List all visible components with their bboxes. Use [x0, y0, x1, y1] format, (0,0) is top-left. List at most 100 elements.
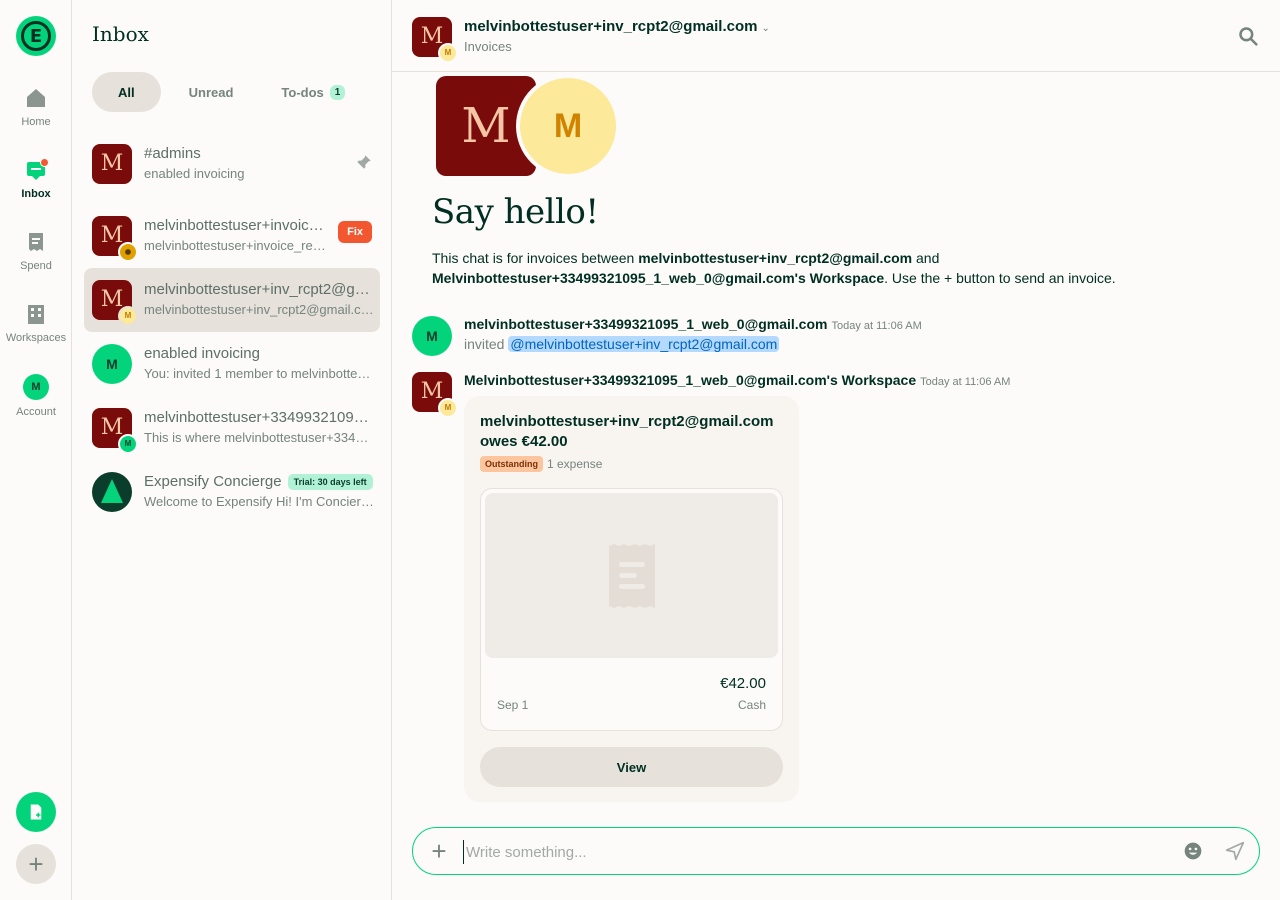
- invoice-status-row: Outstanding 1 expense: [480, 456, 602, 472]
- expensify-logo[interactable]: E: [16, 16, 56, 56]
- chat-row-workspace[interactable]: M M melvinbottestuser+33499321095_1_web_…: [84, 396, 380, 460]
- plus-icon: +: [28, 849, 44, 879]
- expense-count: 1 expense: [547, 457, 603, 471]
- avatar: M M: [92, 280, 138, 326]
- hero-user-avatar: M: [516, 74, 620, 178]
- chat-row-inv-rcpt2[interactable]: M M melvinbottestuser+inv_rcpt2@gmail.co…: [84, 268, 380, 332]
- tab-all[interactable]: All: [92, 72, 161, 112]
- receipt-icon: [29, 233, 43, 251]
- avatar: M: [92, 344, 132, 384]
- logo-letter: E: [21, 21, 51, 51]
- chat-preview: melvinbottestuser+inv_rcpt2@gmail.com: [144, 302, 374, 317]
- page-title: Inbox: [92, 22, 149, 46]
- avatar: M M: [92, 408, 138, 454]
- chat-header: M M melvinbottestuser+inv_rcpt2@gmail.co…: [392, 0, 1280, 72]
- workspace-avatar: M: [92, 144, 132, 184]
- user-avatar: M: [438, 398, 458, 418]
- chat-text: #admins enabled invoicing: [144, 145, 374, 183]
- fix-badge[interactable]: Fix: [338, 221, 372, 243]
- chat-preview: You: invited 1 member to melvinbottestus…: [144, 366, 374, 381]
- view-button[interactable]: View: [480, 747, 783, 787]
- message-body: melvinbottestuser+33499321095_1_web_0@gm…: [464, 316, 922, 352]
- chat-list: M #admins enabled invoicing M melvinbott…: [84, 132, 380, 524]
- create-expense-button[interactable]: [16, 792, 56, 832]
- user-avatar: M: [438, 43, 458, 63]
- nav-home[interactable]: Home: [0, 86, 72, 128]
- chat-name: Expensify Concierge: [144, 473, 282, 490]
- chat-name: #admins: [144, 145, 201, 162]
- send-icon[interactable]: [1225, 841, 1245, 861]
- inbox-tabs: All Unread To-dos 1: [92, 72, 365, 112]
- message-input[interactable]: [463, 840, 1163, 864]
- account-avatar: M: [23, 374, 49, 400]
- expense-item[interactable]: €42.00 Sep 1 Cash: [480, 488, 783, 731]
- receipt-placeholder: [485, 493, 778, 658]
- chat-text: melvinbottestuser+inv_rcpt2@gmail.com me…: [144, 281, 374, 319]
- chat-row-enabled-invoicing[interactable]: M enabled invoicing You: invited 1 membe…: [84, 332, 380, 396]
- nav-account[interactable]: M Account: [0, 374, 72, 418]
- chat-text: melvinbottestuser+invoice_receiver@gmail…: [144, 217, 330, 255]
- user-avatar: M: [118, 306, 138, 326]
- chat-panel: M M melvinbottestuser+inv_rcpt2@gmail.co…: [392, 0, 1280, 900]
- tab-unread[interactable]: Unread: [169, 72, 254, 112]
- nav-inbox-label: Inbox: [21, 188, 51, 200]
- expense-amount: €42.00: [720, 675, 766, 692]
- building-icon: [28, 305, 44, 324]
- message-text: invited @melvinbottestuser+inv_rcpt2@gma…: [464, 336, 922, 352]
- chat-name: melvinbottestuser+33499321095_1_web_0@gm…: [144, 409, 374, 426]
- message-avatar[interactable]: M: [412, 316, 452, 356]
- chat-title-button[interactable]: melvinbottestuser+inv_rcpt2@gmail.com ⌄: [464, 18, 770, 35]
- chat-name: melvinbottestuser+invoice_receiver@gmail…: [144, 217, 330, 234]
- user-mention[interactable]: @melvinbottestuser+inv_rcpt2@gmail.com: [508, 336, 780, 352]
- expense-date: Sep 1: [497, 698, 529, 712]
- chat-title: melvinbottestuser+inv_rcpt2@gmail.com: [464, 18, 758, 35]
- desc-workspace: Melvinbottestuser+33499321095_1_web_0@gm…: [432, 270, 885, 286]
- pin-icon: [356, 154, 372, 173]
- user-avatar: M: [118, 434, 138, 454]
- message-body: Melvinbottestuser+33499321095_1_web_0@gm…: [464, 372, 1010, 388]
- add-button[interactable]: +: [16, 844, 56, 884]
- search-icon[interactable]: [1238, 26, 1258, 46]
- avatar: M: [92, 144, 132, 184]
- chat-name-row: Expensify Concierge Trial: 30 days left: [144, 473, 374, 491]
- message-author-row: Melvinbottestuser+33499321095_1_web_0@gm…: [464, 372, 1010, 388]
- chat-text: enabled invoicing You: invited 1 member …: [144, 345, 374, 383]
- chat-preview: enabled invoicing: [144, 166, 245, 181]
- payment-method: Cash: [737, 698, 766, 712]
- message-time: Today at 11:06 AM: [831, 320, 922, 332]
- chat-subtitle: Invoices: [464, 39, 512, 54]
- tab-todos-label: To-dos: [281, 84, 324, 100]
- fix-badge-wrap: Fix: [338, 221, 372, 243]
- chat-row-admins[interactable]: M #admins enabled invoicing: [84, 132, 380, 196]
- nav-account-label: Account: [16, 406, 56, 418]
- emoji-icon[interactable]: [1183, 841, 1203, 861]
- chat-name: enabled invoicing: [144, 345, 260, 362]
- chevron-down-icon: ⌄: [761, 23, 770, 34]
- nav-home-label: Home: [21, 116, 51, 128]
- tab-todos[interactable]: To-dos 1: [261, 72, 365, 112]
- nav-spend[interactable]: Spend: [0, 230, 72, 272]
- chat-text: Expensify Concierge Trial: 30 days left …: [144, 473, 374, 511]
- chat-preview: melvinbottestuser+invoice_receiver@gmail…: [144, 238, 330, 253]
- user-avatar: M: [412, 316, 452, 356]
- nav-inbox[interactable]: Inbox: [0, 158, 72, 200]
- home-icon: [27, 89, 45, 107]
- message-time: Today at 11:06 AM: [920, 376, 1011, 388]
- message-avatar[interactable]: M M: [412, 372, 458, 418]
- add-attachment-button[interactable]: +: [427, 838, 451, 864]
- hero-title: Say hello!: [432, 192, 599, 232]
- message-author: Melvinbottestuser+33499321095_1_web_0@gm…: [464, 372, 917, 388]
- tab-all-label: All: [118, 84, 135, 100]
- message-author-row: melvinbottestuser+33499321095_1_web_0@gm…: [464, 316, 922, 332]
- invoice-title: melvinbottestuser+inv_rcpt2@gmail.com ow…: [480, 413, 774, 450]
- chat-row-invoice-receiver[interactable]: M melvinbottestuser+invoice_receiver@gma…: [84, 204, 380, 268]
- concierge-icon: [92, 472, 132, 512]
- status-badge: Outstanding: [480, 456, 543, 472]
- nav-workspaces[interactable]: Workspaces: [0, 302, 72, 344]
- tab-unread-label: Unread: [188, 84, 234, 100]
- invoice-preview-card[interactable]: melvinbottestuser+inv_rcpt2@gmail.com ow…: [464, 396, 799, 802]
- chat-row-concierge[interactable]: Expensify Concierge Trial: 30 days left …: [84, 460, 380, 524]
- chat-name: melvinbottestuser+inv_rcpt2@gmail.com: [144, 281, 374, 298]
- message-text-plain: invited: [464, 336, 509, 352]
- header-avatar[interactable]: M M: [412, 17, 458, 63]
